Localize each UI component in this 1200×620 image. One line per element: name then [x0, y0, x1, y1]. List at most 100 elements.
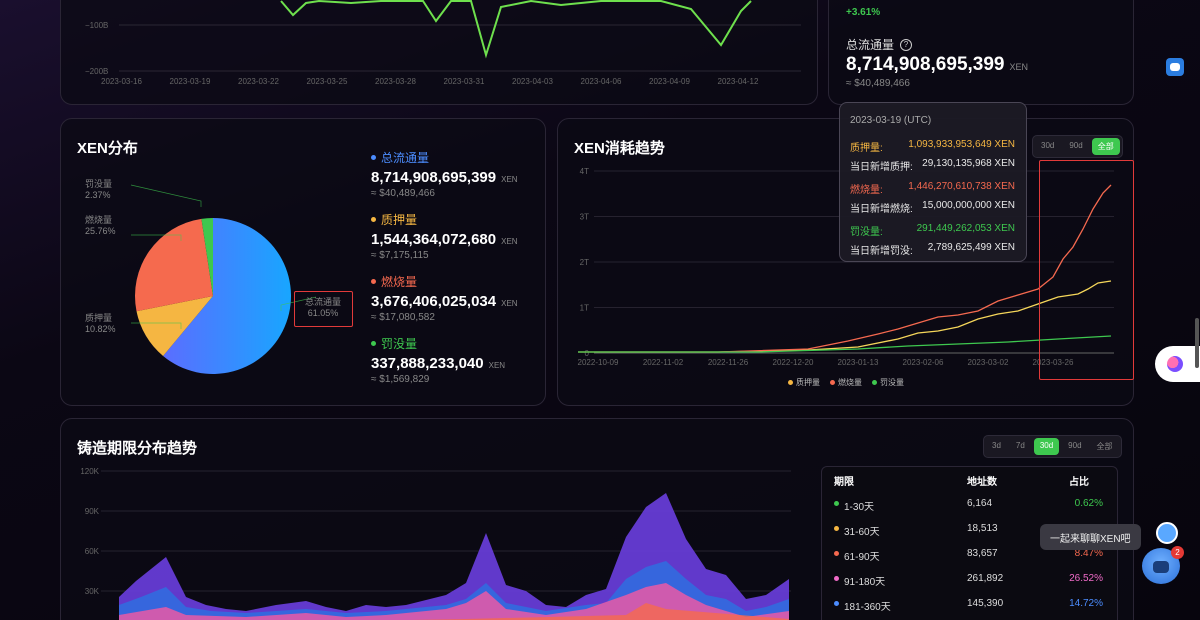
y-tick: 60K [85, 547, 100, 556]
row-pct: 0.62% [1074, 498, 1103, 509]
legend-usd: ≈ $40,489,466 [371, 188, 435, 199]
pie-label-burn: 燃烧量 25.76% [85, 215, 116, 236]
consumption-legend-item[interactable]: 质押量 [788, 377, 820, 388]
legend-dot [872, 380, 877, 385]
row-dot [834, 576, 839, 581]
mint-range-90d[interactable]: 90d [1062, 438, 1087, 455]
top-y-tick-2: −200B [85, 67, 109, 76]
table-row[interactable]: 181-360天 145,390 14.72% [822, 592, 1117, 617]
legend-item-3: 罚没量 337,888,233,040 XEN ≈ $1,569,829 [371, 335, 505, 385]
row-term: 31-60天 [844, 527, 880, 538]
tooltip-key: 当日新增燃烧: [850, 204, 913, 215]
y-tick: 90K [85, 507, 100, 516]
chat-robot-icon [1153, 561, 1169, 573]
chat-notification-badge: 2 [1171, 546, 1184, 559]
th-term: 期限 [834, 477, 854, 488]
row-dot [834, 551, 839, 556]
tooltip-row: 当日新增罚没: 2,789,625,499 XEN [850, 242, 1015, 257]
row-term: 91-180天 [844, 577, 886, 588]
table-row[interactable]: 91-180天 261,892 26.52% [822, 567, 1117, 592]
legend-name-row: 罚没量 [371, 335, 505, 352]
row-dot [834, 501, 839, 506]
brain-icon [1167, 356, 1183, 372]
legend-name-row: 总流通量 [371, 149, 518, 166]
row-count: 145,390 [967, 598, 1004, 609]
chat-bubble[interactable]: 一起来聊聊XEN吧 [1040, 524, 1141, 550]
mint-term-card: 铸造期限分布趋势 3d 7d 30d 90d 全部 120K 90K 60K 30K … [60, 418, 1134, 620]
chat-assistant-button[interactable]: 2 [1142, 546, 1184, 584]
legend-value: 337,888,233,040 [371, 355, 484, 372]
highlight-box-chart [1039, 160, 1134, 380]
legend-value: 1,544,364,072,680 [371, 231, 497, 248]
table-row[interactable]: 1-30天 6,164 0.62% [822, 492, 1117, 517]
y-tick: 3T [580, 213, 589, 222]
row-term: 1-30天 [844, 502, 875, 513]
table-header: 期限 地址数 占比 [822, 467, 1117, 492]
chat-bubble-text: 一起来聊聊XEN吧 [1050, 533, 1131, 545]
legend-dot [371, 217, 376, 222]
top-x-tick: 2023-03-22 [238, 77, 279, 86]
legend-name-row: 质押量 [371, 211, 518, 228]
legend-value-row: 8,714,908,695,399 XEN [371, 169, 518, 186]
pie-label-penalty: 罚没量 2.37% [85, 179, 113, 200]
legend-label: 燃烧量 [838, 378, 862, 387]
supply-label: 总流通量 [846, 38, 895, 52]
tooltip-key: 燃烧量: [850, 185, 883, 196]
legend-unit: XEN [488, 361, 506, 370]
tooltip-value: 1,446,270,610,738 XEN [908, 181, 1015, 192]
pie-chart [130, 184, 317, 374]
help-icon[interactable]: ? [900, 38, 913, 51]
legend-name: 罚没量 [381, 337, 418, 351]
row-count: 261,892 [967, 573, 1004, 584]
supply-value-row: 8,714,908,695,399 XEN [846, 54, 1028, 76]
legend-value-row: 1,544,364,072,680 XEN [371, 231, 518, 248]
x-tick: 2023-03-02 [968, 358, 1009, 367]
top-x-tick: 2023-04-06 [580, 77, 622, 86]
top-chart-plot [119, 0, 801, 72]
top-chart-card: −100B −200B 2023-03-16 2023-03-19 2023-03-… [60, 0, 818, 105]
tooltip-value: 2,789,625,499 XEN [927, 242, 1015, 253]
series-penalty[interactable] [578, 335, 1112, 353]
side-scrollbar[interactable] [1195, 318, 1199, 368]
legend-label: 质押量 [796, 378, 820, 387]
tooltip-value: 1,093,933,953,649 XEN [908, 139, 1015, 150]
bot-face-icon [1170, 63, 1180, 71]
mint-range-30d[interactable]: 30d [1033, 438, 1060, 455]
legend-unit: XEN [501, 175, 518, 184]
consumption-legend-item[interactable]: 罚没量 [872, 377, 904, 388]
supply-value: 8,714,908,695,399 [846, 54, 1005, 75]
row-count: 83,657 [967, 548, 998, 559]
legend-name: 质押量 [381, 213, 418, 227]
chat-mini-avatar[interactable] [1156, 522, 1178, 544]
consumption-legend: 质押量 燃烧量 罚没量 [788, 377, 904, 388]
mint-range-7d[interactable]: 7d [1010, 438, 1031, 455]
legend-item-0: 总流通量 8,714,908,695,399 XEN ≈ $40,489,466 [371, 149, 518, 199]
pie-slice-burn[interactable] [135, 218, 213, 312]
legend-value-row: 3,676,406,025,034 XEN [371, 293, 518, 310]
top-x-tick: 2023-04-03 [512, 77, 553, 86]
row-dot [834, 601, 839, 606]
y-tick: 0 [585, 349, 590, 358]
legend-item-1: 质押量 1,544,364,072,680 XEN ≈ $7,175,115 [371, 211, 518, 261]
x-tick: 2023-02-06 [903, 358, 944, 367]
top-x-tick: 2023-03-16 [101, 77, 142, 86]
row-dot [834, 526, 839, 531]
legend-dot [371, 155, 376, 160]
mint-range-all[interactable]: 全部 [1091, 438, 1119, 455]
distribution-card: XEN分布 罚没量 2.37% 燃烧量 25.76% 质押量 10.82% 总流通量 6… [60, 118, 546, 406]
tooltip-key: 当日新增质押: [850, 162, 913, 173]
legend-usd: ≈ $1,569,829 [371, 374, 430, 385]
top-x-tick: 2023-04-12 [717, 77, 759, 86]
side-brain-button[interactable] [1155, 346, 1200, 382]
tooltip-row: 当日新增燃烧: 15,000,000,000 XEN [850, 200, 1015, 215]
y-tick: 2T [580, 258, 589, 267]
mint-range-3d[interactable]: 3d [986, 438, 1007, 455]
row-count: 18,513 [967, 523, 998, 534]
consumption-legend-item[interactable]: 燃烧量 [830, 377, 862, 388]
tooltip-key: 罚没量: [850, 227, 883, 238]
pie-label-stake: 质押量 10.82% [85, 313, 116, 334]
y-tick: 4T [580, 167, 589, 176]
top-right-app-icon[interactable] [1166, 58, 1184, 76]
th-count: 地址数 [967, 477, 997, 488]
legend-dot [371, 279, 376, 284]
